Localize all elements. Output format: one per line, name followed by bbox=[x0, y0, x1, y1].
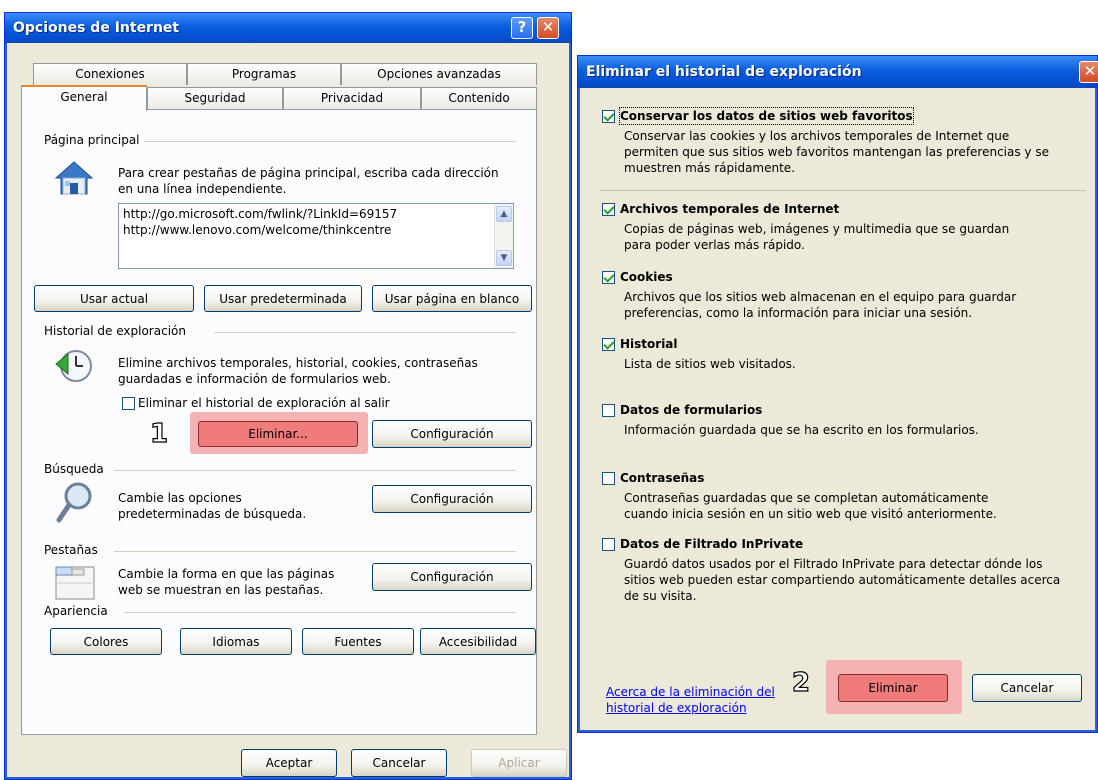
homepage-section-title: Página principal bbox=[44, 133, 140, 147]
delete-history-titlebar[interactable]: Eliminar el historial de exploración bbox=[578, 56, 1097, 88]
option-checkbox[interactable] bbox=[602, 404, 615, 417]
history-settings-button[interactable]: Configuración bbox=[372, 420, 532, 448]
window-title: Opciones de Internet bbox=[13, 20, 180, 36]
confirm-delete-button[interactable]: Eliminar bbox=[838, 674, 948, 702]
divider bbox=[144, 141, 516, 142]
search-section-title: Búsqueda bbox=[44, 462, 104, 476]
delete-history-window: Eliminar el historial de exploración ✕ C… bbox=[577, 55, 1098, 733]
option-description: Conservar las cookies y los archivos tem… bbox=[624, 129, 1010, 143]
option-description: para poder verlas más rápido. bbox=[624, 238, 805, 252]
homepage-desc-text1: Para crear pestañas de página principal,… bbox=[118, 166, 499, 180]
step-number-1: 1 bbox=[149, 418, 169, 449]
history-desc-line2: guardadas e información de formularios w… bbox=[118, 372, 391, 386]
internet-options-titlebar[interactable]: Opciones de Internet bbox=[5, 13, 571, 43]
homepage-desc-line1: Para crear pestañas de página principal,… bbox=[118, 165, 499, 181]
option-description: cuando inicia sesión en un sitio web que… bbox=[624, 507, 997, 521]
option-label[interactable]: Contraseñas bbox=[620, 470, 704, 486]
option-description: permiten que sus sitios web favoritos ma… bbox=[624, 145, 1049, 159]
scroll-up-arrow-icon[interactable]: ▲ bbox=[496, 206, 512, 222]
scroll-down-arrow-icon[interactable]: ▼ bbox=[496, 250, 512, 266]
accessibility-button[interactable]: Accesibilidad bbox=[420, 628, 536, 655]
search-settings-button[interactable]: Configuración bbox=[372, 485, 532, 513]
option-checkbox[interactable] bbox=[602, 271, 615, 284]
about-link-line1[interactable]: Acerca de la eliminación del bbox=[606, 684, 775, 700]
delete-on-exit-checkbox[interactable] bbox=[122, 397, 135, 410]
option-checkbox[interactable] bbox=[602, 203, 615, 216]
option-label[interactable]: Historial bbox=[620, 336, 678, 352]
option-checkbox[interactable] bbox=[602, 338, 615, 351]
option-label[interactable]: Datos de formularios bbox=[620, 402, 762, 418]
option-description: Información guardada que se ha escrito e… bbox=[624, 423, 979, 437]
search-magnifier-icon bbox=[56, 480, 96, 524]
window-title: Eliminar el historial de exploración bbox=[586, 64, 862, 80]
step-number-2: 2 bbox=[791, 667, 811, 698]
search-desc-line1: Cambie las opciones bbox=[118, 491, 242, 505]
homepage-url-2: http://www.lenovo.com/welcome/thinkcentr… bbox=[123, 223, 392, 237]
option-checkbox[interactable] bbox=[602, 110, 615, 123]
tab-conexiones[interactable]: Conexiones bbox=[33, 63, 187, 85]
divider bbox=[114, 551, 516, 552]
use-blank-button[interactable]: Usar página en blanco bbox=[372, 285, 532, 312]
tab-programas[interactable]: Programas bbox=[187, 63, 341, 85]
tabs-section-title: Pestañas bbox=[44, 543, 98, 557]
cancel-delete-button[interactable]: Cancelar bbox=[972, 674, 1082, 702]
tab-seguridad[interactable]: Seguridad bbox=[147, 87, 283, 109]
tabs-desc-line1: Cambie la forma en que las páginas bbox=[118, 567, 335, 581]
history-desc-line1: Elimine archivos temporales, historial, … bbox=[118, 356, 478, 370]
internet-options-window: Opciones de Internet ? ✕ Conexiones Prog… bbox=[4, 12, 572, 780]
close-icon[interactable]: ✕ bbox=[537, 17, 559, 39]
tab-opciones-avanzadas[interactable]: Opciones avanzadas bbox=[341, 63, 537, 85]
delete-on-exit-label[interactable]: Eliminar el historial de exploración al … bbox=[138, 395, 390, 411]
cancel-button[interactable]: Cancelar bbox=[351, 749, 447, 777]
languages-button[interactable]: Idiomas bbox=[180, 628, 292, 655]
tabs-desc-line2: web se muestran en las pestañas. bbox=[118, 583, 324, 597]
option-label[interactable]: Cookies bbox=[620, 269, 673, 285]
tabs-settings-button[interactable]: Configuración bbox=[372, 563, 532, 591]
tab-general[interactable]: General bbox=[21, 85, 147, 111]
colors-button[interactable]: Colores bbox=[50, 628, 162, 655]
option-description: Guardó datos usados por el Filtrado InPr… bbox=[624, 557, 1043, 571]
homepage-url-1: http://go.microsoft.com/fwlink/?LinkId=6… bbox=[123, 207, 398, 221]
divider bbox=[114, 470, 516, 471]
help-icon[interactable]: ? bbox=[511, 17, 533, 39]
option-description: Archivos que los sitios web almacenan en… bbox=[624, 290, 1017, 304]
homepage-urls-textarea[interactable]: http://go.microsoft.com/fwlink/?LinkId=6… bbox=[118, 203, 514, 269]
option-label[interactable]: Datos de Filtrado InPrivate bbox=[620, 536, 803, 552]
history-section-title: Historial de exploración bbox=[44, 324, 186, 338]
option-description: Lista de sitios web visitados. bbox=[624, 357, 796, 371]
option-label[interactable]: Conservar los datos de sitios web favori… bbox=[619, 107, 914, 125]
option-checkbox[interactable] bbox=[602, 538, 615, 551]
about-deleting-history-link[interactable]: Acerca de la eliminación del historial d… bbox=[606, 684, 775, 716]
option-checkbox[interactable] bbox=[602, 472, 615, 485]
use-default-button[interactable]: Usar predeterminada bbox=[204, 285, 362, 312]
apply-button[interactable]: Aplicar bbox=[471, 749, 567, 777]
general-tab-panel: Página principal Para crear pestañas de … bbox=[21, 109, 537, 735]
divider bbox=[600, 190, 1086, 191]
close-icon[interactable]: ✕ bbox=[1079, 61, 1098, 83]
option-description: muestren más rápidamente. bbox=[624, 161, 796, 175]
delete-history-button[interactable]: Eliminar... bbox=[198, 421, 358, 447]
option-description: de su visita. bbox=[624, 589, 697, 603]
divider bbox=[214, 332, 516, 333]
option-description: Copias de páginas web, imágenes y multim… bbox=[624, 222, 1010, 236]
homepage-desc-line2: en una línea independiente. bbox=[118, 182, 287, 196]
home-icon bbox=[54, 158, 94, 198]
tabs-window-icon bbox=[54, 563, 96, 603]
tab-contenido[interactable]: Contenido bbox=[421, 87, 537, 109]
history-clock-icon bbox=[54, 346, 94, 386]
search-desc-line2: predeterminadas de búsqueda. bbox=[118, 507, 307, 521]
divider bbox=[124, 612, 516, 613]
use-current-button[interactable]: Usar actual bbox=[34, 285, 194, 312]
option-description: preferencias, como la información para i… bbox=[624, 306, 973, 320]
fonts-button[interactable]: Fuentes bbox=[302, 628, 414, 655]
option-description: sitios web pueden estar compartiendo aut… bbox=[624, 573, 1061, 587]
appearance-section-title: Apariencia bbox=[44, 604, 108, 618]
about-link-line2[interactable]: historial de exploración bbox=[606, 700, 775, 716]
tab-privacidad[interactable]: Privacidad bbox=[283, 87, 421, 109]
textarea-scrollbar[interactable]: ▲ ▼ bbox=[494, 204, 513, 268]
option-label[interactable]: Archivos temporales de Internet bbox=[620, 201, 839, 217]
option-description: Contraseñas guardadas que se completan a… bbox=[624, 491, 989, 505]
ok-button[interactable]: Aceptar bbox=[241, 749, 337, 777]
